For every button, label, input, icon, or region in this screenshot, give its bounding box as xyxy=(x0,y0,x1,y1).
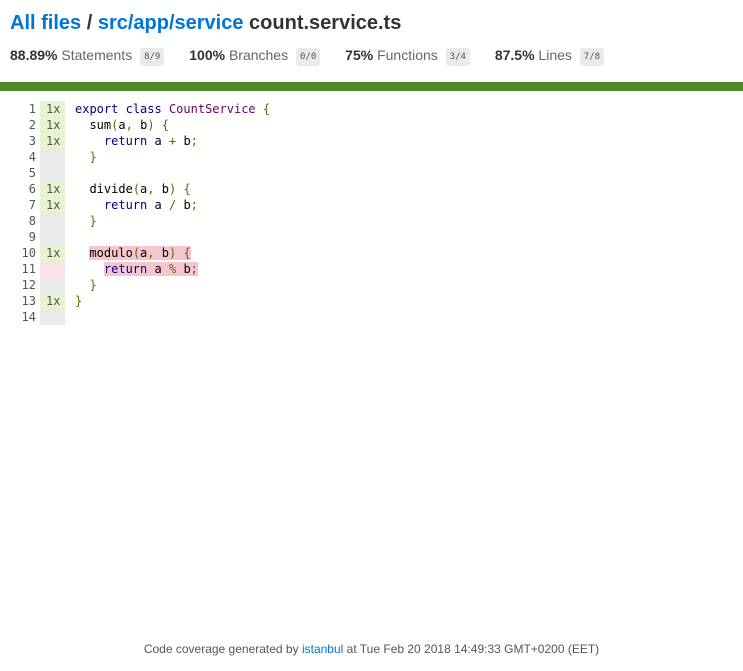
source-line: } xyxy=(75,293,270,309)
metric-statements: 88.89% Statements 8/9 xyxy=(10,45,165,66)
source-code-text: sum(a, b) { xyxy=(89,118,170,132)
source-line xyxy=(75,165,270,181)
report-header: All files / src/app/service count.servic… xyxy=(0,0,743,69)
footer-timestamp: at Tue Feb 20 2018 14:49:33 GMT+0200 (EE… xyxy=(346,642,600,656)
metric-lines: 87.5% Lines 7/8 xyxy=(494,45,605,66)
source-listing: 1 2 3 4 5 6 7 8 9 10 11 12 13 14 1x 1x 1x 1x 1x 1x 1x expor… xyxy=(0,101,270,325)
source-code-text: divide(a, b) { xyxy=(89,182,191,196)
metric-percent: 100% xyxy=(189,47,226,63)
source-line: return a % b; xyxy=(75,261,270,277)
line-number-link[interactable]: 12 xyxy=(0,277,36,293)
source-line: sum(a, b) { xyxy=(75,117,270,133)
breadcrumb-all-files-link[interactable]: All files xyxy=(10,12,81,34)
line-hit-count: 1x xyxy=(40,133,65,149)
metric-label: Lines xyxy=(538,47,572,63)
source-code-text: export class CountService { xyxy=(75,102,271,116)
source-line: return a + b; xyxy=(75,133,270,149)
line-hit-count: 1x xyxy=(40,117,65,133)
source-line: modulo(a, b) { xyxy=(75,245,270,261)
line-hit-count xyxy=(40,149,65,165)
line-number-link[interactable]: 13 xyxy=(0,293,36,309)
footer-prefix: Code coverage generated by xyxy=(143,642,299,656)
metric-fraction-badge: 3/4 xyxy=(445,48,470,66)
metric-branches: 100% Branches 0/0 xyxy=(189,45,321,66)
line-number-link[interactable]: 3 xyxy=(0,133,36,149)
metric-percent: 75% xyxy=(345,47,374,63)
source-line xyxy=(75,309,270,325)
line-number-link[interactable]: 11 xyxy=(0,261,36,277)
uncovered-function: modulo(a, b) { xyxy=(89,246,191,260)
metric-fraction-badge: 8/9 xyxy=(140,48,165,66)
metric-label: Statements xyxy=(61,47,133,63)
line-number-link[interactable]: 10 xyxy=(0,245,36,261)
line-hit-count xyxy=(40,213,65,229)
line-hit-count: 1x xyxy=(40,293,65,309)
uncovered-code: return a % b; xyxy=(103,262,198,276)
metric-fraction-badge: 0/0 xyxy=(296,48,321,66)
source-code-text: } xyxy=(89,214,97,228)
line-number-link[interactable]: 5 xyxy=(0,165,36,181)
source-line: return a / b; xyxy=(75,197,270,213)
line-number-link[interactable]: 6 xyxy=(0,181,36,197)
page-title: All files / src/app/service count.servic… xyxy=(10,10,733,36)
source-code-text: } xyxy=(75,294,83,308)
source-line: } xyxy=(75,277,270,293)
metric-label: Branches xyxy=(228,47,289,63)
coverage-summary: 88.89% Statements 8/9 100% Branches 0/0 … xyxy=(10,45,733,69)
line-number-link[interactable]: 2 xyxy=(0,117,36,133)
source-code-text: return a / b; xyxy=(103,198,198,212)
line-hit-count: 1x xyxy=(40,181,65,197)
coverage-status-bar xyxy=(0,82,743,91)
line-number-link[interactable]: 1 xyxy=(0,101,36,117)
source-line: export class CountService { xyxy=(75,101,270,117)
line-hit-count xyxy=(40,165,65,181)
line-hit-count: 1x xyxy=(40,197,65,213)
line-hit-count xyxy=(40,309,65,325)
breadcrumb-file-name: count.service.ts xyxy=(249,12,402,34)
istanbul-link[interactable]: istanbul xyxy=(302,642,343,656)
source-code-text: } xyxy=(89,150,97,164)
line-numbers-column: 1 2 3 4 5 6 7 8 9 10 11 12 13 14 xyxy=(0,101,40,325)
line-number-link[interactable]: 14 xyxy=(0,309,36,325)
metric-functions: 75% Functions 3/4 xyxy=(345,45,470,66)
metric-label: Functions xyxy=(377,47,438,63)
metric-percent: 87.5% xyxy=(494,47,535,63)
source-line: } xyxy=(75,149,270,165)
line-number-link[interactable]: 8 xyxy=(0,213,36,229)
hit-counts-column: 1x 1x 1x 1x 1x 1x 1x xyxy=(40,101,65,325)
source-code-column: export class CountService { sum(a, b) { … xyxy=(65,101,270,325)
metric-fraction-badge: 7/8 xyxy=(579,48,605,66)
breadcrumb-separator: / xyxy=(86,12,93,34)
line-number-link[interactable]: 9 xyxy=(0,229,36,245)
line-hit-count xyxy=(40,229,65,245)
metric-percent: 88.89% xyxy=(10,47,58,63)
line-hit-count: 1x xyxy=(40,245,65,261)
source-line xyxy=(75,229,270,245)
report-footer: Code coverage generated by istanbul at T… xyxy=(0,642,743,656)
source-line: } xyxy=(75,213,270,229)
code-table: 1 2 3 4 5 6 7 8 9 10 11 12 13 14 1x 1x 1x 1x 1x 1x 1x expor… xyxy=(0,101,270,325)
line-hit-count xyxy=(40,277,65,293)
breadcrumb-folder-link[interactable]: src/app/service xyxy=(98,12,244,34)
line-number-link[interactable]: 4 xyxy=(0,149,36,165)
source-code-text: } xyxy=(89,278,97,292)
line-number-link[interactable]: 7 xyxy=(0,197,36,213)
line-hit-count xyxy=(40,261,65,277)
source-code-text: return a + b; xyxy=(103,134,198,148)
line-hit-count: 1x xyxy=(40,101,65,117)
source-line: divide(a, b) { xyxy=(75,181,270,197)
